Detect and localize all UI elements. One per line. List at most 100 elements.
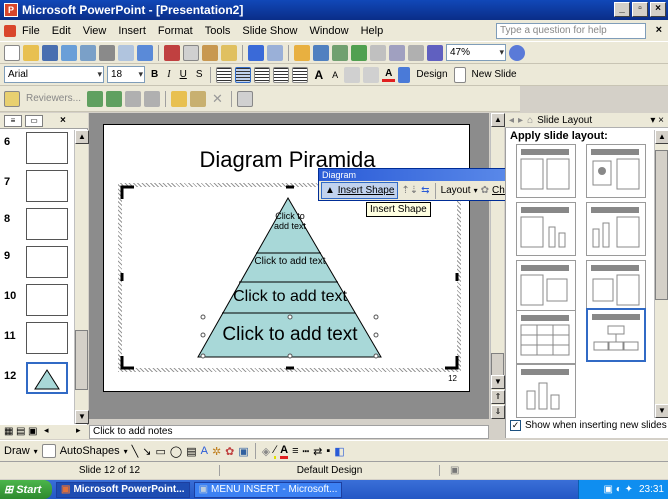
- markup-icon[interactable]: [4, 90, 20, 107]
- delete-comment-icon[interactable]: ✕: [209, 91, 226, 107]
- insert-comment-icon[interactable]: [171, 90, 188, 107]
- redo-icon[interactable]: [267, 44, 283, 61]
- scroll-thumb[interactable]: [491, 353, 504, 377]
- font-select[interactable]: Arial: [4, 66, 104, 83]
- next-item-icon[interactable]: [106, 90, 123, 107]
- draw-menu-button[interactable]: Draw: [4, 445, 30, 457]
- scroll-down-button[interactable]: ▼: [75, 410, 89, 424]
- new-icon[interactable]: [4, 44, 20, 61]
- unapply-icon[interactable]: [144, 90, 161, 107]
- task-pane-title[interactable]: Slide Layout: [537, 115, 592, 126]
- paste-icon[interactable]: [202, 44, 218, 61]
- slide-thumbnail-selected[interactable]: [26, 362, 68, 394]
- scroll-thumb[interactable]: [655, 150, 668, 300]
- show-formatting-icon[interactable]: [389, 44, 405, 61]
- layout-option[interactable]: [516, 364, 576, 418]
- scroll-thumb[interactable]: [75, 330, 88, 390]
- minimize-button[interactable]: _: [614, 2, 630, 17]
- scroll-up-button[interactable]: ▲: [655, 130, 668, 144]
- start-button[interactable]: ⊞ Start: [0, 480, 52, 499]
- layout-button[interactable]: Layout: [441, 185, 471, 196]
- undo-icon[interactable]: [248, 44, 264, 61]
- insert-shape-button[interactable]: ▲ Insert Shape: [321, 182, 399, 199]
- scroll-down-button[interactable]: ▼: [655, 404, 668, 418]
- decrease-indent-icon[interactable]: [344, 66, 361, 83]
- copy-icon[interactable]: [183, 44, 199, 61]
- notes-pane[interactable]: Click to add notes: [89, 425, 489, 439]
- diagram-icon[interactable]: ✲: [212, 445, 221, 458]
- font-size-select[interactable]: 18: [107, 66, 145, 83]
- normal-view-icon[interactable]: ▦: [4, 426, 13, 437]
- align-right-icon[interactable]: [254, 66, 271, 83]
- show-grid-icon[interactable]: [408, 44, 424, 61]
- close-panel-icon[interactable]: ×: [60, 115, 66, 126]
- layout-option[interactable]: [516, 310, 576, 364]
- picture-icon[interactable]: ▣: [238, 445, 248, 458]
- reviewers-button[interactable]: Reviewers...: [23, 93, 84, 104]
- layout-option[interactable]: [516, 260, 576, 314]
- permission-icon[interactable]: [61, 44, 77, 61]
- increase-font-size-button[interactable]: A: [311, 68, 326, 82]
- taskbar-item-word[interactable]: ▣ MENU INSERT - Microsoft...: [193, 481, 343, 498]
- fill-color-icon[interactable]: ◈: [262, 445, 270, 458]
- numbering-icon[interactable]: [273, 66, 290, 83]
- menu-window[interactable]: Window: [303, 25, 354, 37]
- tables-borders-icon[interactable]: [332, 44, 348, 61]
- open-icon[interactable]: [23, 44, 39, 61]
- arrow-icon[interactable]: ↘: [142, 445, 151, 458]
- apply-icon[interactable]: [125, 90, 142, 107]
- scroll-up-button[interactable]: ▲: [491, 113, 505, 127]
- italic-button[interactable]: I: [164, 69, 173, 80]
- help-icon[interactable]: [509, 44, 525, 61]
- arrow-style-icon[interactable]: ⇄: [313, 445, 322, 458]
- wordart-icon[interactable]: A: [201, 445, 208, 457]
- show-when-inserting-checkbox[interactable]: ✓ Show when inserting new slides: [510, 420, 667, 431]
- zoom-select[interactable]: 47%: [446, 44, 506, 61]
- reverse-diagram-icon[interactable]: ⇆: [421, 185, 429, 196]
- pyramid-layer-4-text[interactable]: Click to add text: [208, 324, 372, 346]
- layout-option[interactable]: [516, 144, 576, 198]
- menu-slide-show[interactable]: Slide Show: [236, 25, 303, 37]
- pyramid-layer-1-text[interactable]: Click to add text: [268, 211, 312, 231]
- close-icon[interactable]: ▾ ×: [650, 115, 664, 126]
- line-style-icon[interactable]: ≡: [292, 445, 298, 457]
- menu-help[interactable]: Help: [355, 25, 390, 37]
- layout-option[interactable]: [586, 144, 646, 198]
- help-search-input[interactable]: Type a question for help: [496, 23, 646, 39]
- print-preview-icon[interactable]: [118, 44, 134, 61]
- slide-sorter-view-icon[interactable]: ▤: [16, 426, 25, 437]
- previous-slide-button[interactable]: ⇑: [491, 390, 505, 404]
- close-button[interactable]: ×: [650, 2, 666, 17]
- design-button[interactable]: Design: [413, 69, 450, 80]
- increase-indent-icon[interactable]: [363, 66, 380, 83]
- close-document-icon[interactable]: ×: [656, 24, 662, 36]
- print-icon[interactable]: [99, 44, 115, 61]
- design-icon[interactable]: [398, 66, 411, 83]
- document-icon[interactable]: [4, 24, 16, 37]
- home-icon[interactable]: ⌂: [527, 115, 533, 126]
- font-color-button[interactable]: A: [382, 68, 396, 82]
- move-shape-backward-icon[interactable]: ⇡⇣: [401, 185, 418, 196]
- insert-table-icon[interactable]: [313, 44, 329, 61]
- tray-icons[interactable]: ▣ ◐ ✦: [604, 484, 633, 495]
- clip-art-icon[interactable]: ✿: [225, 445, 234, 458]
- task-pane-scrollbar[interactable]: ▲ ▼: [654, 130, 668, 418]
- slide-scrollbar[interactable]: ▲ ▼ ⇑ ⇓: [490, 113, 505, 419]
- save-icon[interactable]: [42, 44, 58, 61]
- pyramid-layer-3-text[interactable]: Click to add text: [218, 288, 362, 306]
- shadow-style-icon[interactable]: ▪: [326, 445, 330, 457]
- slide-thumbnail[interactable]: [26, 284, 68, 316]
- spelling-icon[interactable]: [137, 44, 153, 61]
- taskbar-item-powerpoint[interactable]: ▣ Microsoft PowerPoint...: [56, 481, 190, 498]
- slide-thumbnail[interactable]: [26, 322, 68, 354]
- layout-option[interactable]: [586, 202, 646, 256]
- slides-panel-scrollbar[interactable]: ▲ ▼: [74, 130, 89, 424]
- bold-button[interactable]: B: [148, 69, 161, 80]
- slide-thumbnail[interactable]: [26, 208, 68, 240]
- expand-all-icon[interactable]: [370, 44, 386, 61]
- next-slide-button[interactable]: ⇓: [491, 405, 505, 419]
- autoshapes-menu-button[interactable]: AutoShapes: [60, 445, 120, 457]
- text-box-icon[interactable]: ▤: [186, 445, 196, 458]
- cut-icon[interactable]: [164, 44, 180, 61]
- insert-hyperlink-icon[interactable]: [351, 44, 367, 61]
